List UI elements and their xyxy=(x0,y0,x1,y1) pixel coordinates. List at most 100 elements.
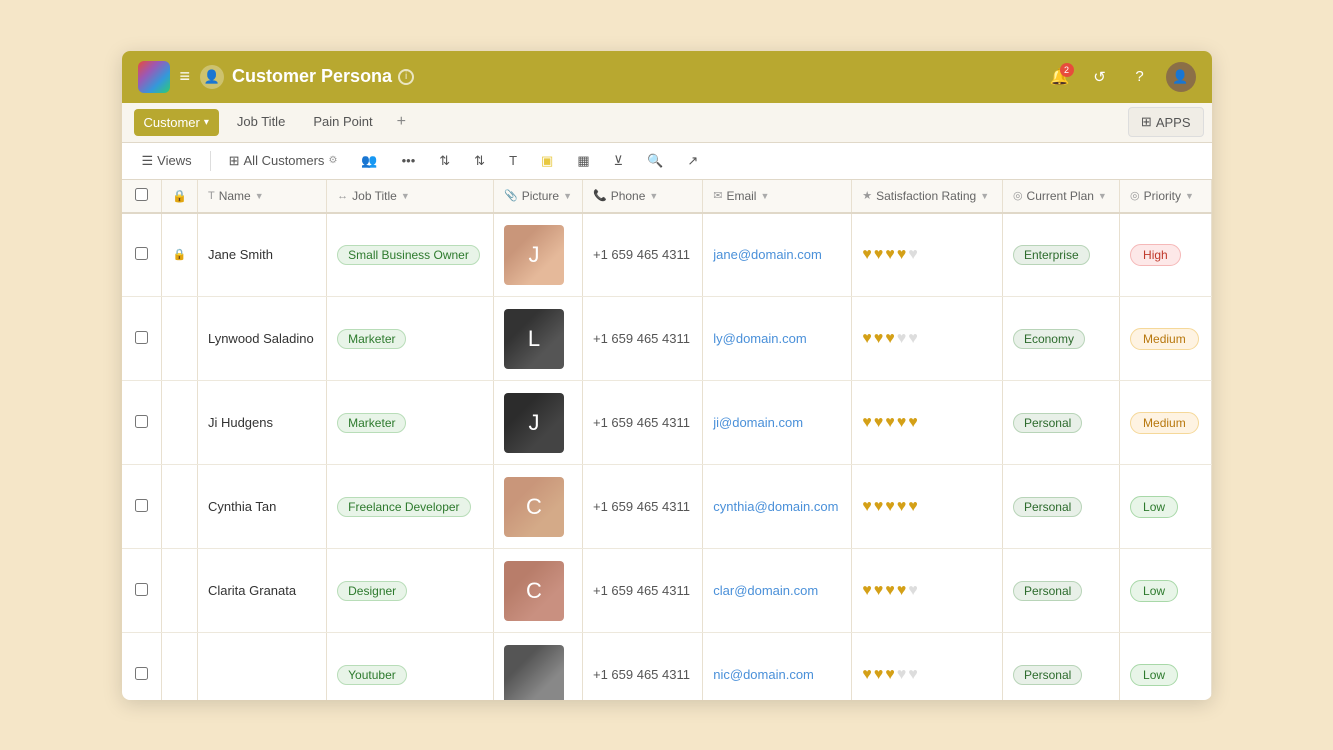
stars-container: ♥♥♥♥♥ xyxy=(862,330,992,348)
color-button[interactable]: ▣ xyxy=(533,149,561,173)
info-icon[interactable]: i xyxy=(398,69,414,85)
star-4: ♥ xyxy=(897,582,907,600)
email-link[interactable]: ly@domain.com xyxy=(713,331,806,346)
row-checkbox[interactable] xyxy=(135,415,148,428)
star-4: ♥ xyxy=(897,330,907,348)
apps-button[interactable]: ⊞ APPS xyxy=(1128,107,1204,137)
more-options-button[interactable]: ••• xyxy=(394,149,424,172)
row-checkbox[interactable] xyxy=(135,247,148,260)
star-5: ♥ xyxy=(908,666,918,684)
email-link[interactable]: jane@domain.com xyxy=(713,247,822,262)
picture-cell xyxy=(494,633,583,700)
user-group-icon-btn[interactable]: 👥 xyxy=(353,149,385,173)
tab-pain-point[interactable]: Pain Point xyxy=(299,106,386,139)
table-icon: ▦ xyxy=(577,153,589,169)
customer-name: Clarita Granata xyxy=(208,583,316,598)
star-2: ♥ xyxy=(874,414,884,432)
table-row[interactable]: Lynwood Saladino Marketer L +1 659 465 4… xyxy=(122,297,1212,381)
sort-button[interactable]: ⇅ xyxy=(466,149,493,173)
filter-rows-button[interactable]: ⇅ xyxy=(431,149,458,173)
settings-icon: ⚙ xyxy=(328,155,337,166)
menu-icon[interactable]: ≡ xyxy=(180,66,191,87)
table-view-button[interactable]: ▦ xyxy=(569,149,597,173)
sort-name-icon: ▼ xyxy=(255,191,264,201)
row-checkbox-cell[interactable] xyxy=(122,633,162,700)
notifications-button[interactable]: 🔔 2 xyxy=(1046,63,1074,91)
priority-badge: Medium xyxy=(1130,328,1199,350)
plan-type-icon: ◎ xyxy=(1013,189,1023,202)
customer-name: Lynwood Saladino xyxy=(208,331,316,346)
add-tab-button[interactable]: + xyxy=(387,107,416,137)
star-2: ♥ xyxy=(874,330,884,348)
user-avatar[interactable]: 👤 xyxy=(1166,62,1196,92)
lock-cell: 🔒 xyxy=(162,213,198,297)
plan-badge: Personal xyxy=(1013,581,1082,601)
email-link[interactable]: clar@domain.com xyxy=(713,583,818,598)
customer-name: Cynthia Tan xyxy=(208,499,316,514)
picture-cell: J xyxy=(494,381,583,465)
sort-icon: ⇅ xyxy=(474,153,485,169)
star-4: ♥ xyxy=(897,414,907,432)
star-4: ♥ xyxy=(897,246,907,264)
name-cell: Ji Hudgens xyxy=(197,381,326,465)
star-3: ♥ xyxy=(885,330,895,348)
picture-header[interactable]: 📎 Picture ▼ xyxy=(494,180,583,213)
star-1: ♥ xyxy=(862,246,872,264)
job-title-badge: Designer xyxy=(337,581,407,601)
name-header[interactable]: T Name ▼ xyxy=(197,180,326,213)
priority-badge: Low xyxy=(1130,580,1178,602)
email-link[interactable]: ji@domain.com xyxy=(713,415,803,430)
satisfaction-header[interactable]: ★ Satisfaction Rating ▼ xyxy=(852,180,1003,213)
text-button[interactable]: T xyxy=(501,149,525,172)
phone-value: +1 659 465 4311 xyxy=(593,667,690,682)
row-checkbox-cell[interactable] xyxy=(122,381,162,465)
row-checkbox-cell[interactable] xyxy=(122,549,162,633)
row-checkbox[interactable] xyxy=(135,331,148,344)
phone-header[interactable]: 📞 Phone ▼ xyxy=(582,180,702,213)
job-title-header[interactable]: ↔ Job Title ▼ xyxy=(327,180,494,213)
job-title-badge: Small Business Owner xyxy=(337,245,480,265)
table-row[interactable]: Youtuber +1 659 465 4311 nic@domain.com … xyxy=(122,633,1212,700)
priority-header[interactable]: ◎ Priority ▼ xyxy=(1120,180,1211,213)
tab-job-title[interactable]: Job Title xyxy=(223,106,299,139)
share-button[interactable]: ↗ xyxy=(679,149,706,173)
all-customers-button[interactable]: ⊞ All Customers ⚙ xyxy=(221,149,346,173)
star-3: ♥ xyxy=(885,414,895,432)
priority-cell: Medium xyxy=(1120,381,1211,465)
star-1: ♥ xyxy=(862,414,872,432)
row-checkbox[interactable] xyxy=(135,583,148,596)
filter-button[interactable]: ⊻ xyxy=(606,149,632,173)
user-group-icon: 👥 xyxy=(361,153,377,169)
table-row[interactable]: Cynthia Tan Freelance Developer C +1 659… xyxy=(122,465,1212,549)
plan-badge: Personal xyxy=(1013,665,1082,685)
plan-header[interactable]: ◎ Current Plan ▼ xyxy=(1002,180,1119,213)
table-row[interactable]: Ji Hudgens Marketer J +1 659 465 4311 ji… xyxy=(122,381,1212,465)
checkbox-header[interactable] xyxy=(122,180,162,213)
satisfaction-cell: ♥♥♥♥♥ xyxy=(852,633,1003,700)
row-checkbox-cell[interactable] xyxy=(122,465,162,549)
phone-type-icon: 📞 xyxy=(593,189,607,202)
share-icon: ↗ xyxy=(687,153,698,169)
search-button[interactable]: 🔍 xyxy=(639,149,671,173)
email-link[interactable]: cynthia@domain.com xyxy=(713,499,838,514)
views-button[interactable]: ☰ Views xyxy=(134,149,200,173)
row-checkbox-cell[interactable] xyxy=(122,297,162,381)
row-checkbox[interactable] xyxy=(135,499,148,512)
table-row[interactable]: 🔒 Jane Smith Small Business Owner J +1 6… xyxy=(122,213,1212,297)
ellipsis-icon: ••• xyxy=(402,153,416,168)
star-3: ♥ xyxy=(885,666,895,684)
color-icon: ▣ xyxy=(541,153,553,169)
app-window: ≡ 👤 Customer Persona i 🔔 2 ↺ ? 👤 Custome… xyxy=(122,51,1212,700)
row-checkbox[interactable] xyxy=(135,667,148,680)
select-all-checkbox[interactable] xyxy=(135,188,148,201)
satisfaction-cell: ♥♥♥♥♥ xyxy=(852,549,1003,633)
row-checkbox-cell[interactable] xyxy=(122,213,162,297)
sort-email-icon: ▼ xyxy=(760,191,769,201)
table-row[interactable]: Clarita Granata Designer C +1 659 465 43… xyxy=(122,549,1212,633)
customer-dropdown[interactable]: Customer ▾ xyxy=(134,109,219,136)
email-header[interactable]: ✉ Email ▼ xyxy=(703,180,852,213)
email-link[interactable]: nic@domain.com xyxy=(713,667,814,682)
undo-button[interactable]: ↺ xyxy=(1086,63,1114,91)
help-button[interactable]: ? xyxy=(1126,63,1154,91)
plan-badge: Personal xyxy=(1013,497,1082,517)
